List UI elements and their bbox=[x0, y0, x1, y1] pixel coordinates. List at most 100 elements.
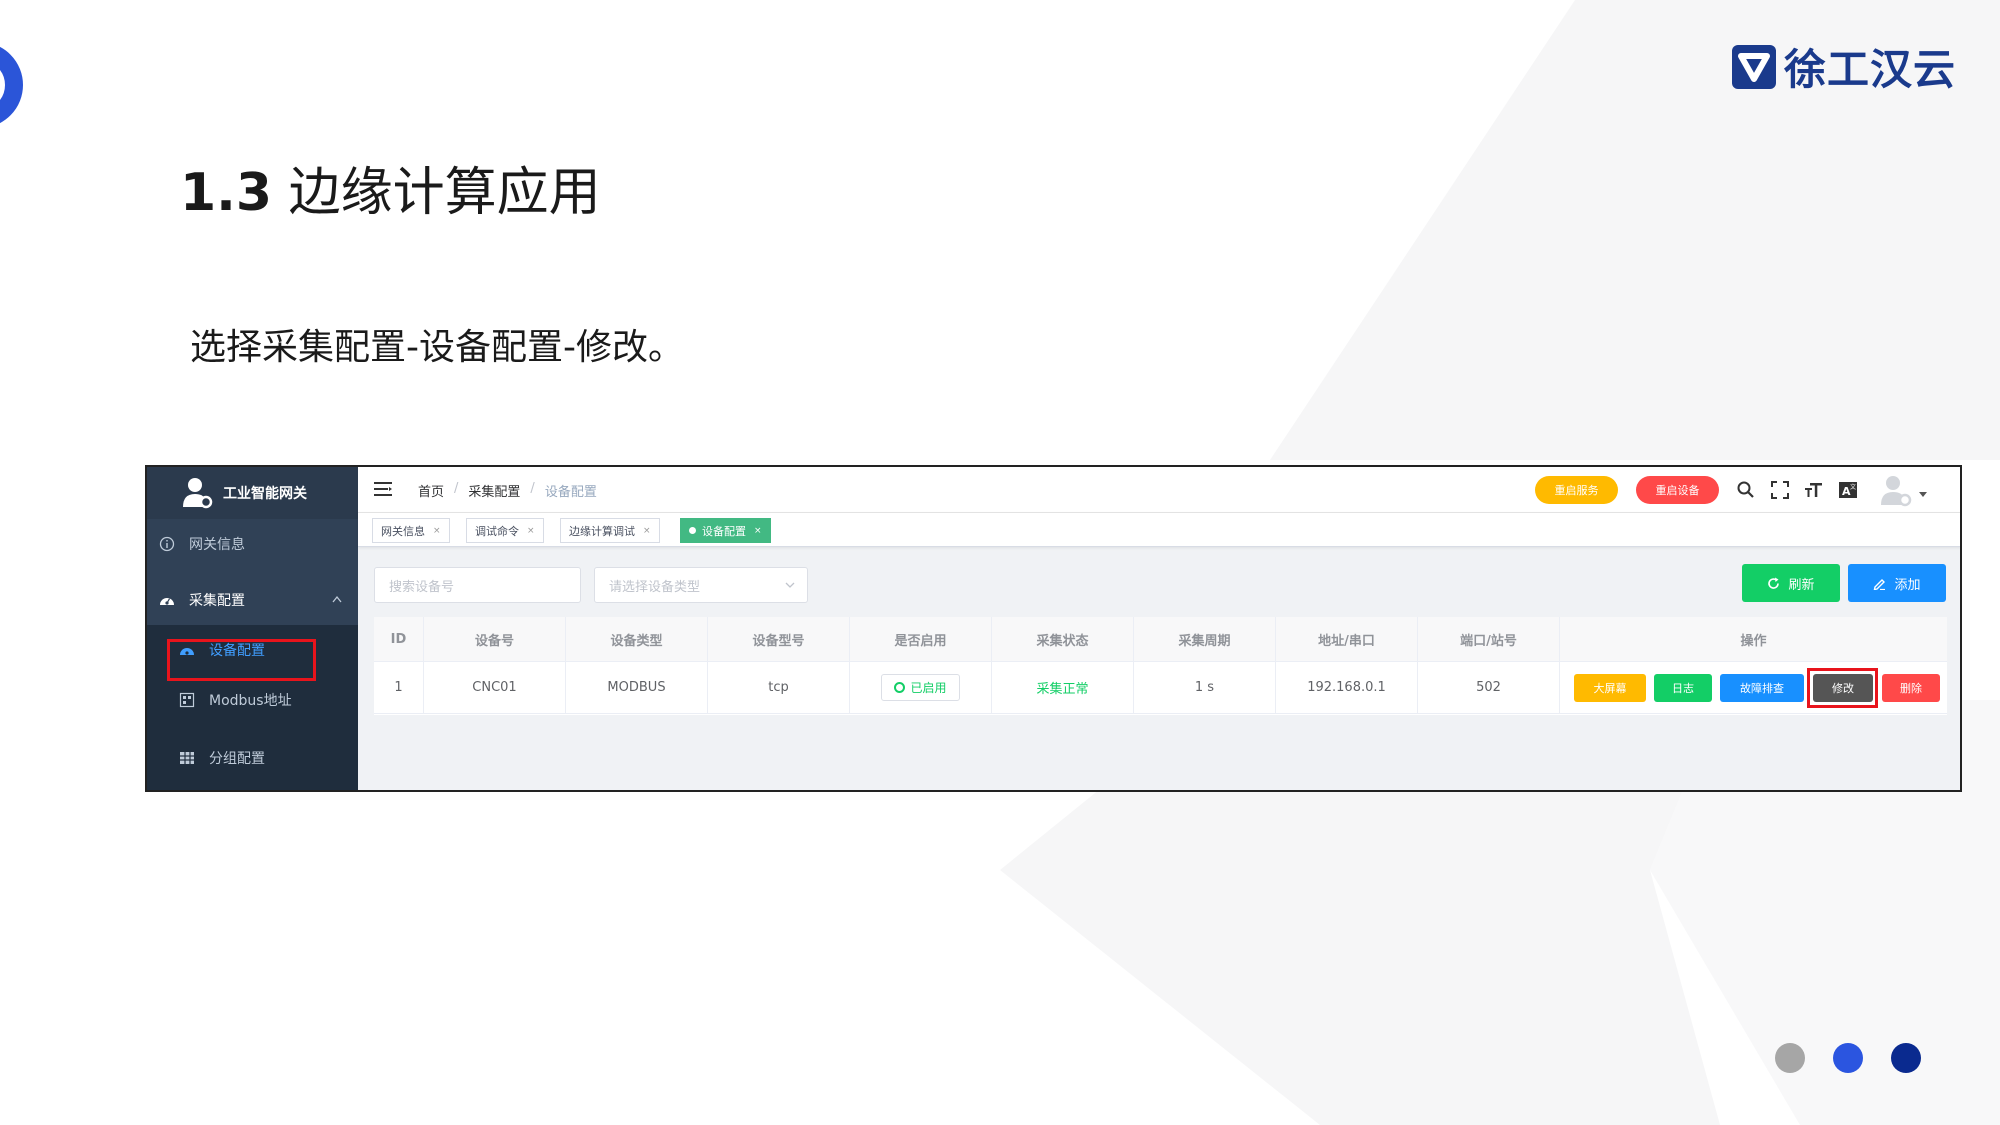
cell-model: tcp bbox=[708, 662, 850, 714]
tab-gateway-info[interactable]: 网关信息 × bbox=[372, 518, 450, 543]
grid-icon bbox=[179, 692, 195, 708]
table-header-status: 采集状态 bbox=[992, 617, 1134, 662]
breadcrumb-collect-config[interactable]: 采集配置 bbox=[468, 481, 520, 500]
tab-debug-command[interactable]: 调试命令 × bbox=[466, 518, 544, 543]
language-icon[interactable]: A文 bbox=[1838, 480, 1858, 500]
cell-address: 192.168.0.1 bbox=[1276, 662, 1418, 714]
brand-logo: 徐工汉云 bbox=[1730, 36, 1956, 97]
delete-button[interactable]: 删除 bbox=[1882, 674, 1940, 702]
dot-grey bbox=[1775, 1043, 1805, 1073]
app-screenshot: 工业智能网关 网关信息 采集配置 设备配置 Modbus地址 分组配置 首页 /… bbox=[145, 465, 1962, 792]
log-button[interactable]: 日志 bbox=[1654, 674, 1712, 702]
close-icon[interactable]: × bbox=[433, 526, 441, 536]
circle-check-icon bbox=[894, 682, 906, 693]
close-icon[interactable]: × bbox=[754, 526, 762, 536]
close-icon[interactable]: × bbox=[643, 526, 651, 536]
table-header-port: 端口/站号 bbox=[1418, 617, 1560, 662]
close-icon[interactable]: × bbox=[527, 526, 535, 536]
sidebar-item-collect-config[interactable]: 采集配置 bbox=[147, 575, 358, 625]
table-header-actions: 操作 bbox=[1560, 617, 1947, 662]
table-header-address: 地址/串口 bbox=[1276, 617, 1418, 662]
refresh-label: 刷新 bbox=[1788, 577, 1815, 593]
cell-period: 1 s bbox=[1134, 662, 1276, 714]
search-device-input[interactable]: 搜索设备号 bbox=[374, 567, 581, 603]
sidebar-item-gateway-info[interactable]: 网关信息 bbox=[147, 519, 358, 569]
enabled-text: 已启用 bbox=[910, 681, 947, 695]
table-header-period: 采集周期 bbox=[1134, 617, 1276, 662]
main-area: 首页 / 采集配置 / 设备配置 重启服务 重启设备 A文 网关信息 × 调试命… bbox=[358, 467, 1960, 790]
highlight-box-device-config bbox=[167, 639, 316, 681]
slide-dots bbox=[1775, 1043, 1949, 1073]
restart-device-button[interactable]: 重启设备 bbox=[1636, 476, 1719, 504]
fullscreen-icon[interactable] bbox=[1770, 480, 1790, 500]
navbar: 首页 / 采集配置 / 设备配置 重启服务 重启设备 A文 bbox=[358, 467, 1960, 513]
cell-enabled: 已启用 bbox=[850, 662, 992, 714]
refresh-button[interactable]: 刷新 bbox=[1742, 564, 1840, 602]
hamburger-menu-icon[interactable] bbox=[374, 481, 392, 497]
enabled-badge[interactable]: 已启用 bbox=[881, 674, 960, 701]
device-table: ID 设备号 设备类型 设备型号 是否启用 采集状态 采集周期 地址/串口 端口… bbox=[374, 617, 1947, 715]
sidebar-item-label: Modbus地址 bbox=[209, 693, 292, 709]
sidebar-header: 工业智能网关 bbox=[147, 467, 358, 519]
dot-navy bbox=[1891, 1043, 1921, 1073]
add-label: 添加 bbox=[1894, 577, 1921, 593]
tab-label: 调试命令 bbox=[475, 524, 519, 538]
breadcrumb: 首页 / 采集配置 / 设备配置 bbox=[418, 481, 607, 500]
device-type-placeholder: 请选择设备类型 bbox=[609, 579, 701, 595]
device-type-select[interactable]: 请选择设备类型 bbox=[594, 567, 808, 603]
edit-icon bbox=[1874, 578, 1886, 590]
active-dot-icon bbox=[689, 527, 696, 534]
tab-label: 设备配置 bbox=[702, 524, 746, 538]
table-icon bbox=[180, 751, 194, 764]
breadcrumb-separator: / bbox=[530, 481, 535, 496]
caret-down-icon[interactable] bbox=[1918, 491, 1928, 499]
tab-device-config[interactable]: 设备配置 × bbox=[680, 518, 771, 543]
svg-text:文: 文 bbox=[1850, 483, 1856, 491]
cell-device-no: CNC01 bbox=[424, 662, 566, 714]
avatar[interactable] bbox=[1878, 473, 1912, 507]
highlight-box-edit bbox=[1807, 668, 1878, 708]
user-gear-icon bbox=[183, 478, 213, 509]
table-header-id: ID bbox=[374, 617, 424, 662]
tab-label: 网关信息 bbox=[381, 524, 425, 538]
corner-arc-decoration bbox=[0, 46, 23, 124]
search-icon[interactable] bbox=[1736, 480, 1756, 500]
tab-edge-debug[interactable]: 边缘计算调试 × bbox=[560, 518, 660, 543]
sidebar-item-label: 分组配置 bbox=[209, 750, 265, 767]
sidebar-title: 工业智能网关 bbox=[223, 486, 307, 502]
table-header-device-no: 设备号 bbox=[424, 617, 566, 662]
info-icon bbox=[159, 536, 175, 552]
slide-title-number: 1.3 bbox=[180, 163, 273, 223]
breadcrumb-current: 设备配置 bbox=[544, 485, 597, 500]
slide-title-text: 边缘计算应用 bbox=[288, 163, 601, 223]
cell-device-type: MODBUS bbox=[566, 662, 708, 714]
slide-title: 1.3 边缘计算应用 bbox=[180, 150, 601, 225]
cell-id: 1 bbox=[374, 662, 424, 714]
chevron-up-icon bbox=[332, 595, 342, 603]
cell-status: 采集正常 bbox=[992, 662, 1134, 714]
sidebar-item-modbus-address[interactable]: Modbus地址 bbox=[147, 675, 358, 725]
tab-label: 边缘计算调试 bbox=[569, 524, 635, 538]
sidebar-item-label: 网关信息 bbox=[189, 537, 245, 553]
brand-logo-icon bbox=[1732, 44, 1776, 89]
table-header-model: 设备型号 bbox=[708, 617, 850, 662]
sidebar-item-label: 采集配置 bbox=[189, 593, 245, 609]
refresh-icon bbox=[1768, 577, 1780, 589]
slide-instruction: 选择采集配置-设备配置-修改。 bbox=[190, 327, 684, 368]
add-button[interactable]: 添加 bbox=[1848, 564, 1946, 602]
sidebar-item-group-config[interactable]: 分组配置 bbox=[147, 725, 358, 790]
restart-service-button[interactable]: 重启服务 bbox=[1535, 476, 1618, 504]
troubleshoot-button[interactable]: 故障排查 bbox=[1720, 674, 1804, 702]
cell-port: 502 bbox=[1418, 662, 1560, 714]
big-screen-button[interactable]: 大屏幕 bbox=[1574, 674, 1646, 702]
table-header-device-type: 设备类型 bbox=[566, 617, 708, 662]
dot-blue bbox=[1833, 1043, 1863, 1073]
table-header-enabled: 是否启用 bbox=[850, 617, 992, 662]
dashboard-icon bbox=[160, 598, 174, 605]
breadcrumb-home[interactable]: 首页 bbox=[418, 481, 444, 500]
chevron-down-icon bbox=[785, 582, 795, 588]
brand-name: 徐工汉云 bbox=[1784, 45, 1957, 94]
breadcrumb-separator: / bbox=[454, 481, 459, 496]
sidebar: 工业智能网关 网关信息 采集配置 设备配置 Modbus地址 分组配置 bbox=[147, 467, 358, 790]
font-size-icon[interactable] bbox=[1804, 480, 1824, 500]
